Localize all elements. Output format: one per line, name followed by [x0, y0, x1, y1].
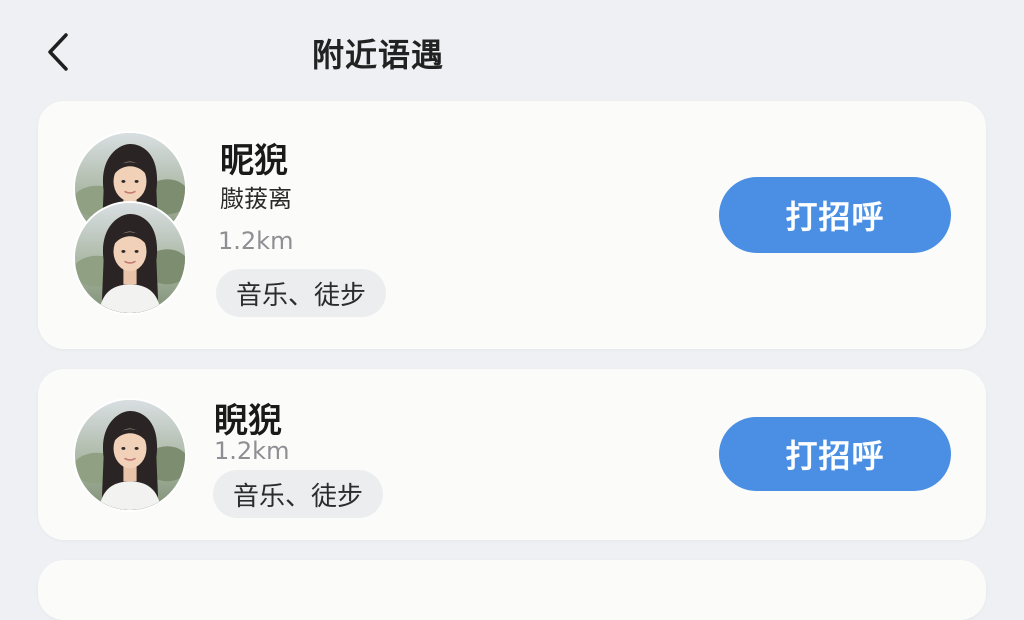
- user-name: 昵猊: [220, 141, 288, 181]
- user-distance: 1.2km: [218, 227, 294, 255]
- back-button[interactable]: [36, 30, 80, 74]
- avatar[interactable]: [73, 398, 187, 512]
- avatar[interactable]: [73, 201, 187, 315]
- header-bar: 附近语遇: [0, 0, 1024, 100]
- greet-button[interactable]: 打招呼: [719, 417, 951, 491]
- page-title: 附近语遇: [312, 36, 445, 74]
- greet-button[interactable]: 打招呼: [719, 177, 951, 253]
- user-name: 睨猊: [214, 401, 282, 441]
- avatar-photo: [75, 400, 185, 510]
- interest-tag: 音乐、徒步: [216, 269, 387, 317]
- avatar-photo: [75, 203, 185, 313]
- user-card[interactable]: 昵猊 臌菝离 1.2km 音乐、徒步 打招呼: [38, 101, 986, 349]
- interest-tag: 音乐、徒步: [213, 470, 384, 518]
- user-subname: 臌菝离: [220, 185, 292, 213]
- chevron-left-icon: [48, 33, 68, 71]
- user-distance: 1.2km: [214, 437, 290, 465]
- user-card[interactable]: 睨猊 1.2km 音乐、徒步 打招呼: [38, 369, 986, 540]
- user-card[interactable]: [38, 560, 986, 620]
